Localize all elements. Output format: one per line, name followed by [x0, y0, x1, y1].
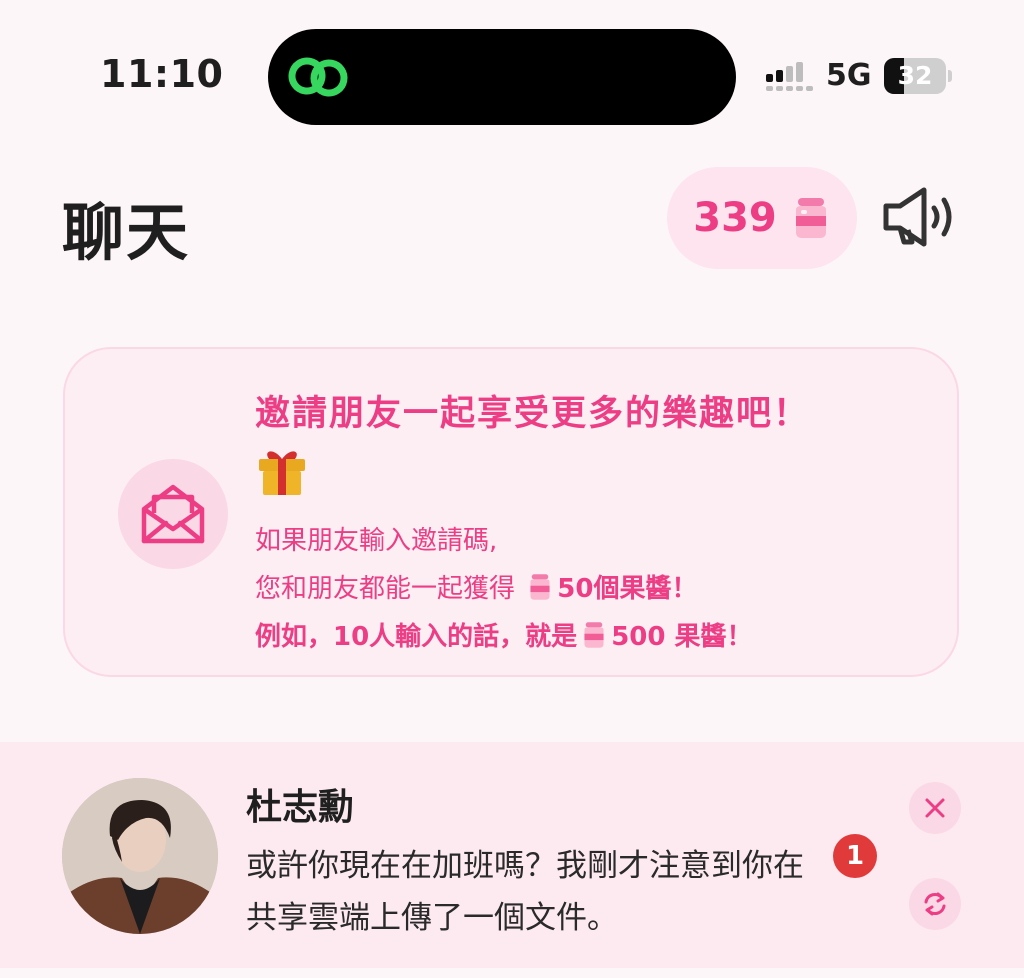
speaker-icon[interactable] — [880, 184, 962, 250]
invite-line-1: 如果朋友輸入邀請碼, — [255, 526, 498, 556]
invite-line-2: 您和朋友都能一起獲得 50個果醬！ — [255, 565, 753, 613]
invite-line-2-amount: 50個果醬！ — [557, 574, 698, 604]
invite-line-3-prefix: 例如，10人輸入的話，就是 — [255, 622, 578, 652]
close-icon — [925, 798, 945, 818]
network-type: 5G — [826, 58, 872, 93]
refresh-button[interactable] — [909, 878, 961, 930]
invite-line-3: 例如，10人輸入的話，就是 500 果醬！ — [255, 613, 753, 661]
jam-count: 339 — [693, 195, 777, 241]
invite-title: 邀請朋友一起享受更多的樂趣吧！ — [255, 394, 811, 434]
battery-tip — [948, 70, 952, 82]
invite-description: 如果朋友輸入邀請碼, 您和朋友都能一起獲得 50個果醬！ 例如，10人輸入的話，… — [255, 517, 753, 661]
avatar-image — [62, 778, 218, 934]
mail-icon-wrap — [118, 459, 228, 569]
status-time: 11:10 — [100, 52, 224, 96]
invite-line-3-amount: 500 果醬！ — [611, 622, 753, 652]
avatar[interactable] — [62, 778, 218, 934]
jam-jar-icon — [530, 574, 550, 600]
invite-card[interactable]: 邀請朋友一起享受更多的樂趣吧！ 如果朋友輸入邀請碼, 您和朋友都能一起獲得 50… — [63, 347, 959, 677]
jam-jar-icon — [795, 198, 826, 238]
dynamic-island — [268, 29, 736, 125]
gift-icon — [259, 451, 305, 495]
chat-contact-name: 杜志勳 — [246, 787, 355, 828]
invite-line-2-prefix: 您和朋友都能一起獲得 — [255, 574, 524, 604]
unread-badge: 1 — [833, 834, 877, 878]
battery-icon: 32 — [884, 58, 946, 94]
chat-last-message: 或許你現在在加班嗎？我剛才注意到你在共享雲端上傳了一個文件。 — [246, 848, 804, 936]
jam-balance-button[interactable]: 339 — [667, 167, 857, 269]
signal-icon — [766, 62, 813, 91]
chat-list-item[interactable]: 杜志勳 或許你現在在加班嗎？我剛才注意到你在共享雲端上傳了一個文件。 1 — [0, 742, 1024, 968]
dismiss-button[interactable] — [909, 782, 961, 834]
mail-icon — [141, 484, 205, 544]
battery-label: 32 — [897, 61, 933, 90]
jam-jar-icon — [584, 622, 604, 648]
app-link-icon — [288, 57, 348, 97]
refresh-icon — [924, 892, 946, 916]
page-title: 聊天 — [62, 196, 191, 269]
